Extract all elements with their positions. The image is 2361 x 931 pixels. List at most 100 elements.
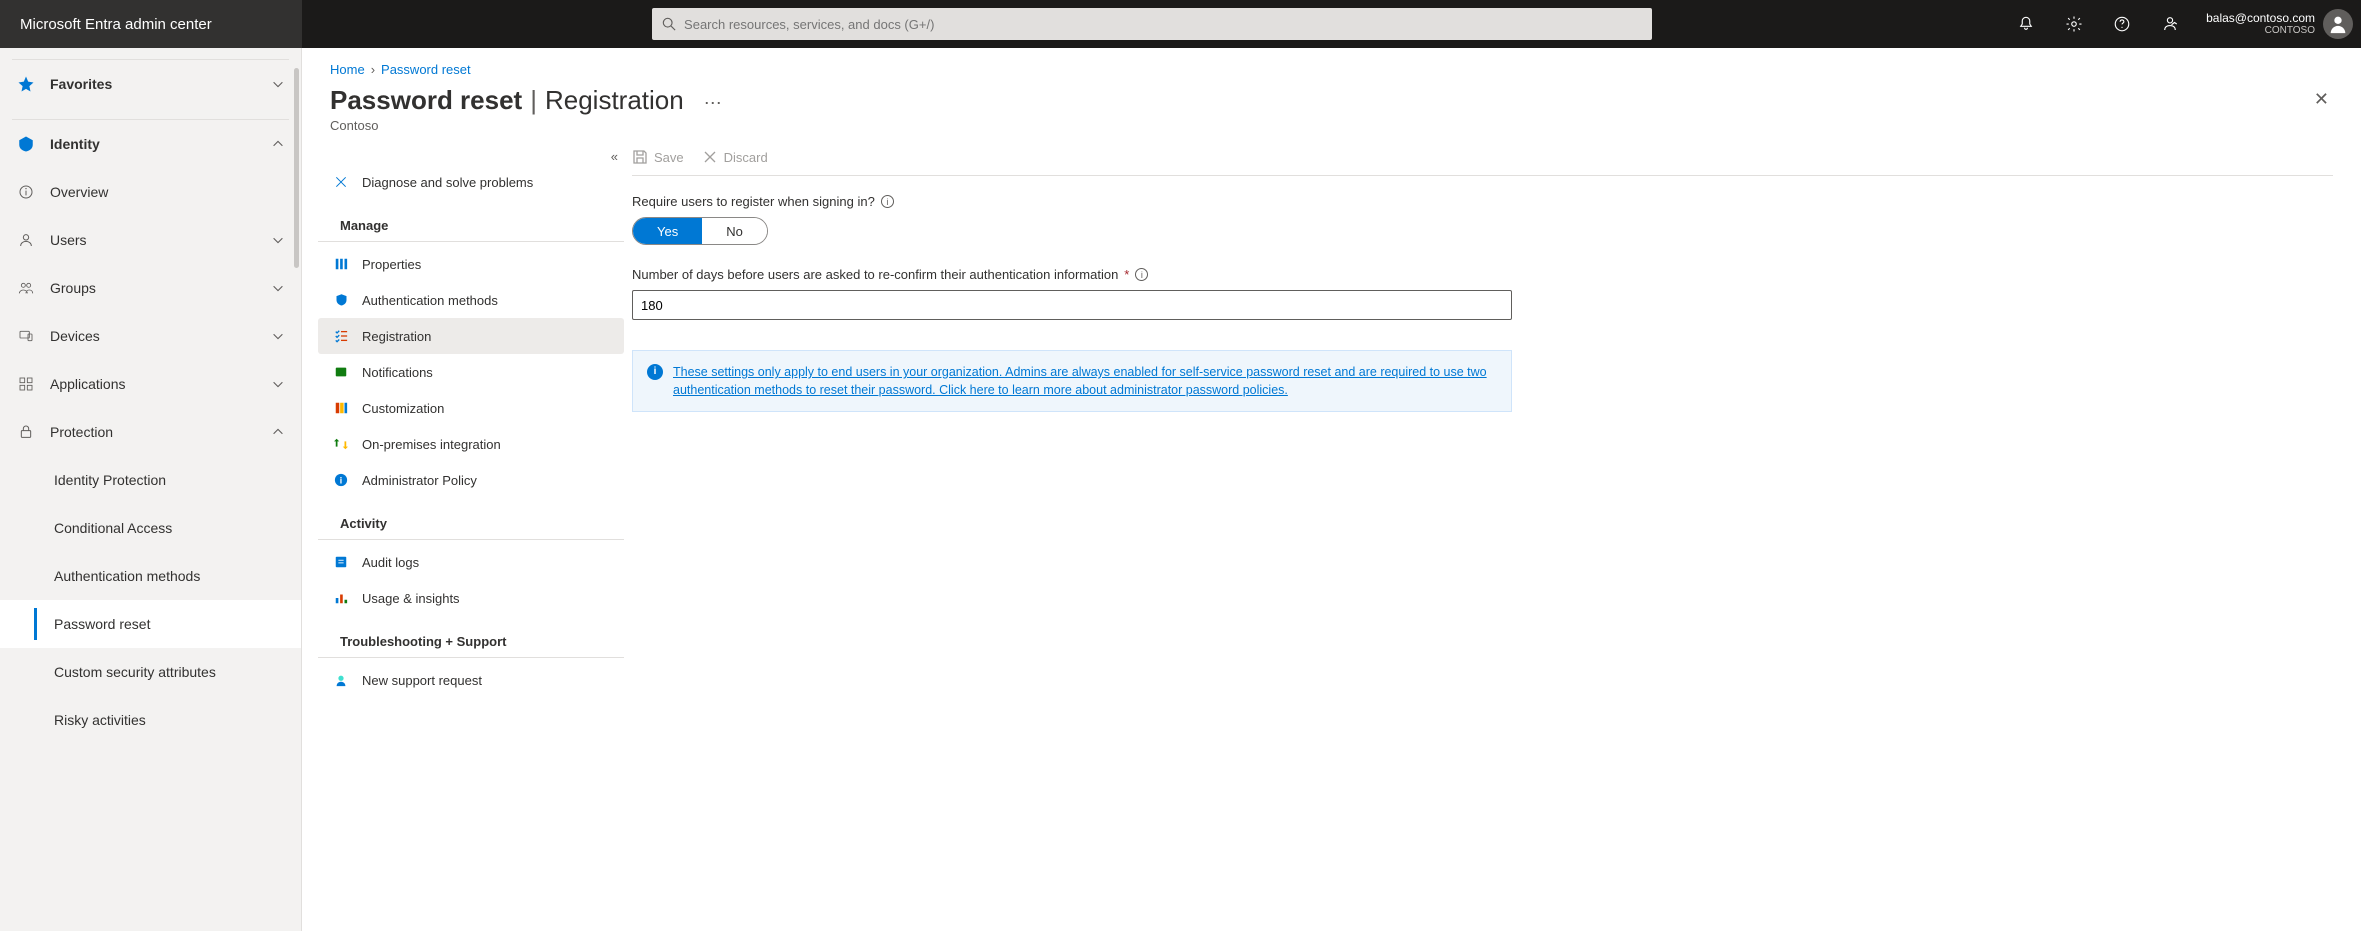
subnav-notifications[interactable]: Notifications (318, 354, 624, 390)
subnav-label: Customization (362, 401, 444, 416)
days-label: Number of days before users are asked to… (632, 267, 1118, 282)
page-title-sub: Registration (545, 85, 684, 116)
log-icon (332, 553, 350, 571)
groups-icon (16, 278, 36, 298)
sidebar-item-favorites[interactable]: Favorites (0, 60, 301, 108)
subnav-onprem[interactable]: On-premises integration (318, 426, 624, 462)
sidebar-item-auth-methods[interactable]: Authentication methods (0, 552, 301, 600)
subnav-usage[interactable]: Usage & insights (318, 580, 624, 616)
account-org: CONTOSO (2206, 25, 2315, 37)
info-icon (16, 182, 36, 202)
subnav-heading-manage: Manage (318, 200, 624, 242)
sidebar-item-label: Protection (50, 424, 271, 440)
subnav-label: New support request (362, 673, 482, 688)
sidebar-item-groups[interactable]: Groups (0, 264, 301, 312)
sidebar-item-protection[interactable]: Protection (0, 408, 301, 456)
sidebar-item-label: Authentication methods (54, 568, 285, 584)
sidebar-item-overview[interactable]: Overview (0, 168, 301, 216)
subnav-admin-policy[interactable]: i Administrator Policy (318, 462, 624, 498)
shield-icon (332, 291, 350, 309)
notifications-button[interactable] (2002, 0, 2050, 48)
days-input[interactable] (632, 290, 1512, 320)
sidebar-item-label: Conditional Access (54, 520, 285, 536)
settings-button[interactable] (2050, 0, 2098, 48)
brand[interactable]: Microsoft Entra admin center (0, 0, 302, 48)
toggle-yes[interactable]: Yes (633, 218, 702, 244)
subnav-label: Audit logs (362, 555, 419, 570)
checklist-icon (332, 327, 350, 345)
chevron-down-icon (271, 233, 285, 247)
sidebar-item-label: Groups (50, 280, 271, 296)
bell-icon (2017, 15, 2035, 33)
sidebar-item-custom-attrs[interactable]: Custom security attributes (0, 648, 301, 696)
sidebar-item-users[interactable]: Users (0, 216, 301, 264)
info-banner-link[interactable]: These settings only apply to end users i… (673, 365, 1487, 397)
wrench-icon (332, 173, 350, 191)
breadcrumb-section[interactable]: Password reset (381, 62, 471, 77)
subnav-label: Diagnose and solve problems (362, 175, 533, 190)
subnav-auth-methods[interactable]: Authentication methods (318, 282, 624, 318)
info-icon[interactable]: i (881, 195, 894, 208)
subnav-audit-logs[interactable]: Audit logs (318, 544, 624, 580)
discard-button[interactable]: Discard (702, 149, 768, 165)
toggle-no[interactable]: No (702, 218, 767, 244)
subnav-support-request[interactable]: New support request (318, 662, 624, 698)
chevron-down-icon (271, 77, 285, 91)
sidebar-item-applications[interactable]: Applications (0, 360, 301, 408)
subnav-label: Authentication methods (362, 293, 498, 308)
info-circle-icon: i (332, 471, 350, 489)
avatar (2323, 9, 2353, 39)
palette-icon (332, 399, 350, 417)
close-button[interactable]: ✕ (2310, 85, 2333, 114)
subnav-heading-activity: Activity (318, 498, 624, 540)
sidebar-item-label: Risky activities (54, 712, 285, 728)
help-icon (2113, 15, 2131, 33)
star-icon (16, 74, 36, 94)
subnav-label: Usage & insights (362, 591, 460, 606)
sidebar-item-identity[interactable]: Identity (0, 120, 301, 168)
chevron-down-icon (271, 281, 285, 295)
account-button[interactable]: balas@contoso.com CONTOSO (2194, 0, 2361, 48)
page-subtitle: Contoso (330, 118, 728, 133)
info-badge-icon: i (647, 364, 663, 380)
more-button[interactable]: ⋯ (698, 93, 728, 114)
sidebar-item-password-reset[interactable]: Password reset (0, 600, 301, 648)
subnav-heading-support: Troubleshooting + Support (318, 616, 624, 658)
help-button[interactable] (2098, 0, 2146, 48)
save-button[interactable]: Save (632, 149, 684, 165)
info-banner: i These settings only apply to end users… (632, 350, 1512, 412)
sidebar-item-devices[interactable]: Devices (0, 312, 301, 360)
scrollbar[interactable] (294, 68, 299, 268)
sidebar-item-label: Identity Protection (54, 472, 285, 488)
collapse-subnav-button[interactable]: « (310, 149, 632, 164)
sidebar-item-label: Favorites (50, 76, 271, 92)
save-icon (632, 149, 648, 165)
breadcrumb-home[interactable]: Home (330, 62, 365, 77)
sidebar-item-risky-activities[interactable]: Risky activities (0, 696, 301, 744)
page-title-main: Password reset (330, 85, 522, 116)
svg-text:i: i (340, 476, 342, 486)
subnav-registration[interactable]: Registration (318, 318, 624, 354)
sidebar-item-label: Custom security attributes (54, 664, 285, 680)
feedback-button[interactable] (2146, 0, 2194, 48)
sidebar-item-conditional-access[interactable]: Conditional Access (0, 504, 301, 552)
chevron-up-icon (271, 425, 285, 439)
info-icon[interactable]: i (1135, 268, 1148, 281)
page-title-sep: | (530, 85, 537, 116)
account-email: balas@contoso.com (2206, 11, 2315, 25)
sidebar-item-label: Applications (50, 376, 271, 392)
chevron-down-icon (271, 377, 285, 391)
properties-icon (332, 255, 350, 273)
subnav-properties[interactable]: Properties (318, 246, 624, 282)
sidebar-item-identity-protection[interactable]: Identity Protection (0, 456, 301, 504)
search-input[interactable] (676, 17, 1642, 32)
sidebar-item-label: Identity (50, 136, 271, 152)
search-icon (662, 17, 676, 31)
chevron-up-icon (271, 137, 285, 151)
subnav-diagnose[interactable]: Diagnose and solve problems (318, 164, 624, 200)
chart-icon (332, 589, 350, 607)
subnav-customization[interactable]: Customization (318, 390, 624, 426)
user-icon (16, 230, 36, 250)
require-register-toggle[interactable]: Yes No (632, 217, 768, 245)
search-box[interactable] (652, 8, 1652, 40)
